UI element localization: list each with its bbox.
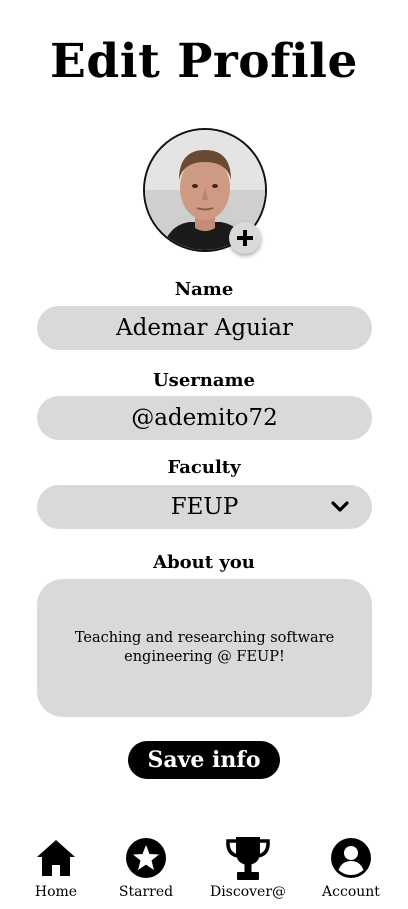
star-icon (126, 838, 166, 878)
username-value: @ademito72 (131, 405, 278, 431)
avatar-container (143, 128, 267, 254)
name-value: Ademar Aguiar (116, 315, 293, 341)
faculty-value: FEUP (170, 494, 239, 520)
name-label: Name (174, 279, 234, 300)
nav-item-discover[interactable]: Discover@ (203, 834, 293, 900)
nav-item-home[interactable]: Home (11, 834, 101, 900)
nav-label: Discover@ (209, 884, 287, 900)
about-value: Teaching and researching software engine… (74, 630, 335, 665)
nav-item-account[interactable]: Account (306, 834, 396, 900)
home-icon (37, 840, 75, 876)
chevron-down-icon (331, 501, 349, 512)
nav-item-starred[interactable]: Starred (101, 834, 191, 900)
bottom-nav: Home Starred Discover@ Account (0, 834, 408, 909)
plus-icon (237, 230, 253, 246)
faculty-label: Faculty (167, 457, 241, 478)
add-photo-button[interactable] (229, 222, 261, 254)
page-title: Edit Profile (50, 34, 358, 89)
about-label: About you (153, 552, 255, 573)
name-field[interactable]: Ademar Aguiar (37, 306, 372, 350)
save-button[interactable]: Save info (128, 741, 280, 779)
account-icon (331, 838, 371, 878)
faculty-select[interactable]: FEUP (37, 485, 372, 529)
about-textarea[interactable]: Teaching and researching software engine… (37, 579, 372, 717)
nav-label: Starred (118, 884, 174, 900)
nav-label: Account (322, 884, 380, 900)
trophy-icon (226, 837, 270, 880)
username-field[interactable]: @ademito72 (37, 396, 372, 440)
nav-label: Home (34, 884, 78, 900)
username-label: Username (152, 370, 255, 391)
